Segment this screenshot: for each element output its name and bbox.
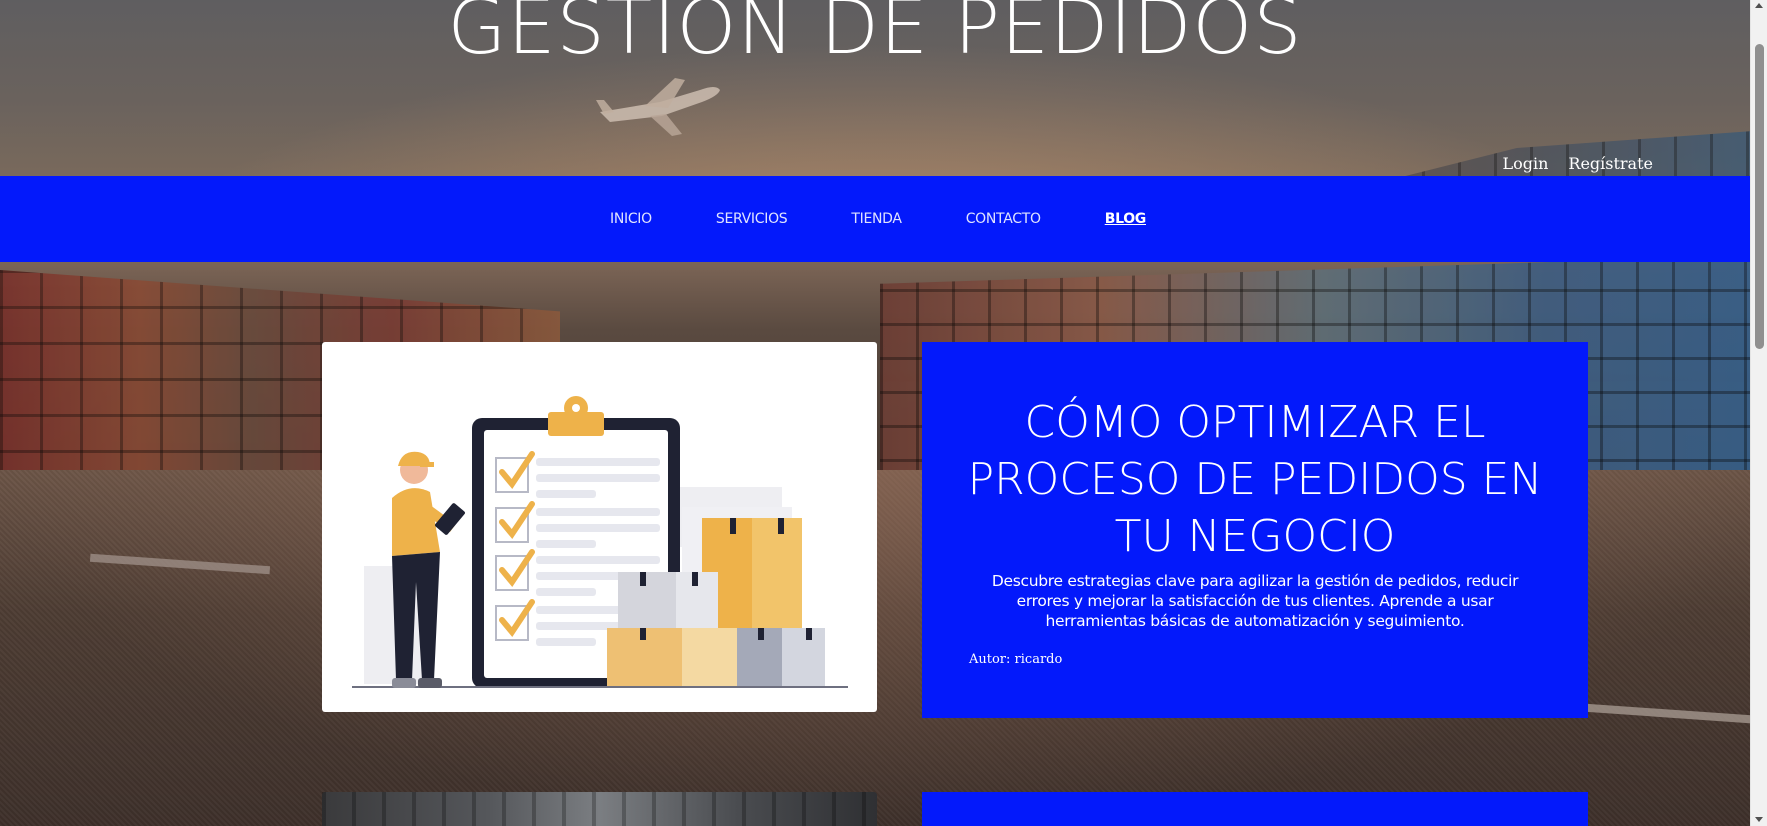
post-title[interactable]: CÓMO OPTIMIZAR EL PROCESO DE PEDIDOS EN … xyxy=(922,394,1588,565)
post-image[interactable] xyxy=(322,792,877,826)
nav-link-contacto[interactable]: CONTACTO xyxy=(966,211,1041,227)
post-card[interactable]: CÓMO OPTIMIZAR EL PROCESO DE PEDIDOS EN … xyxy=(922,342,1588,718)
scroll-up-arrow-icon[interactable] xyxy=(1755,3,1763,8)
airplane-icon xyxy=(596,78,720,136)
post-excerpt: Descubre estrategias clave para agilizar… xyxy=(991,572,1519,630)
nav-link-servicios[interactable]: SERVICIOS xyxy=(716,211,788,227)
site-title: GESTIÓN DE PEDIDOS xyxy=(447,0,1303,71)
nav-item-inicio: INICIO xyxy=(610,210,652,228)
nav-link-inicio[interactable]: INICIO xyxy=(610,211,652,227)
post-image[interactable] xyxy=(322,342,877,712)
login-link[interactable]: Login xyxy=(1502,154,1548,173)
nav-item-servicios: SERVICIOS xyxy=(716,210,788,228)
scroll-down-arrow-icon[interactable] xyxy=(1755,817,1763,822)
nav-link-blog[interactable]: BLOG xyxy=(1105,211,1147,227)
main-navigation: INICIO SERVICIOS TIENDA CONTACTO BLOG xyxy=(0,176,1750,262)
nav-link-tienda[interactable]: TIENDA xyxy=(851,211,902,227)
register-link[interactable]: Regístrate xyxy=(1568,154,1653,173)
auth-links: Login Regístrate xyxy=(1502,154,1653,173)
post-author: Autor: ricardo xyxy=(969,652,1063,667)
order-checklist-illustration-icon xyxy=(352,396,848,688)
vertical-scrollbar[interactable] xyxy=(1750,0,1767,826)
nav-list: INICIO SERVICIOS TIENDA CONTACTO BLOG xyxy=(610,210,1146,228)
nav-item-contacto: CONTACTO xyxy=(966,210,1041,228)
scrollbar-thumb[interactable] xyxy=(1755,44,1764,349)
nav-item-blog: BLOG xyxy=(1105,210,1147,228)
post-card[interactable] xyxy=(922,792,1588,826)
nav-item-tienda: TIENDA xyxy=(851,210,902,228)
